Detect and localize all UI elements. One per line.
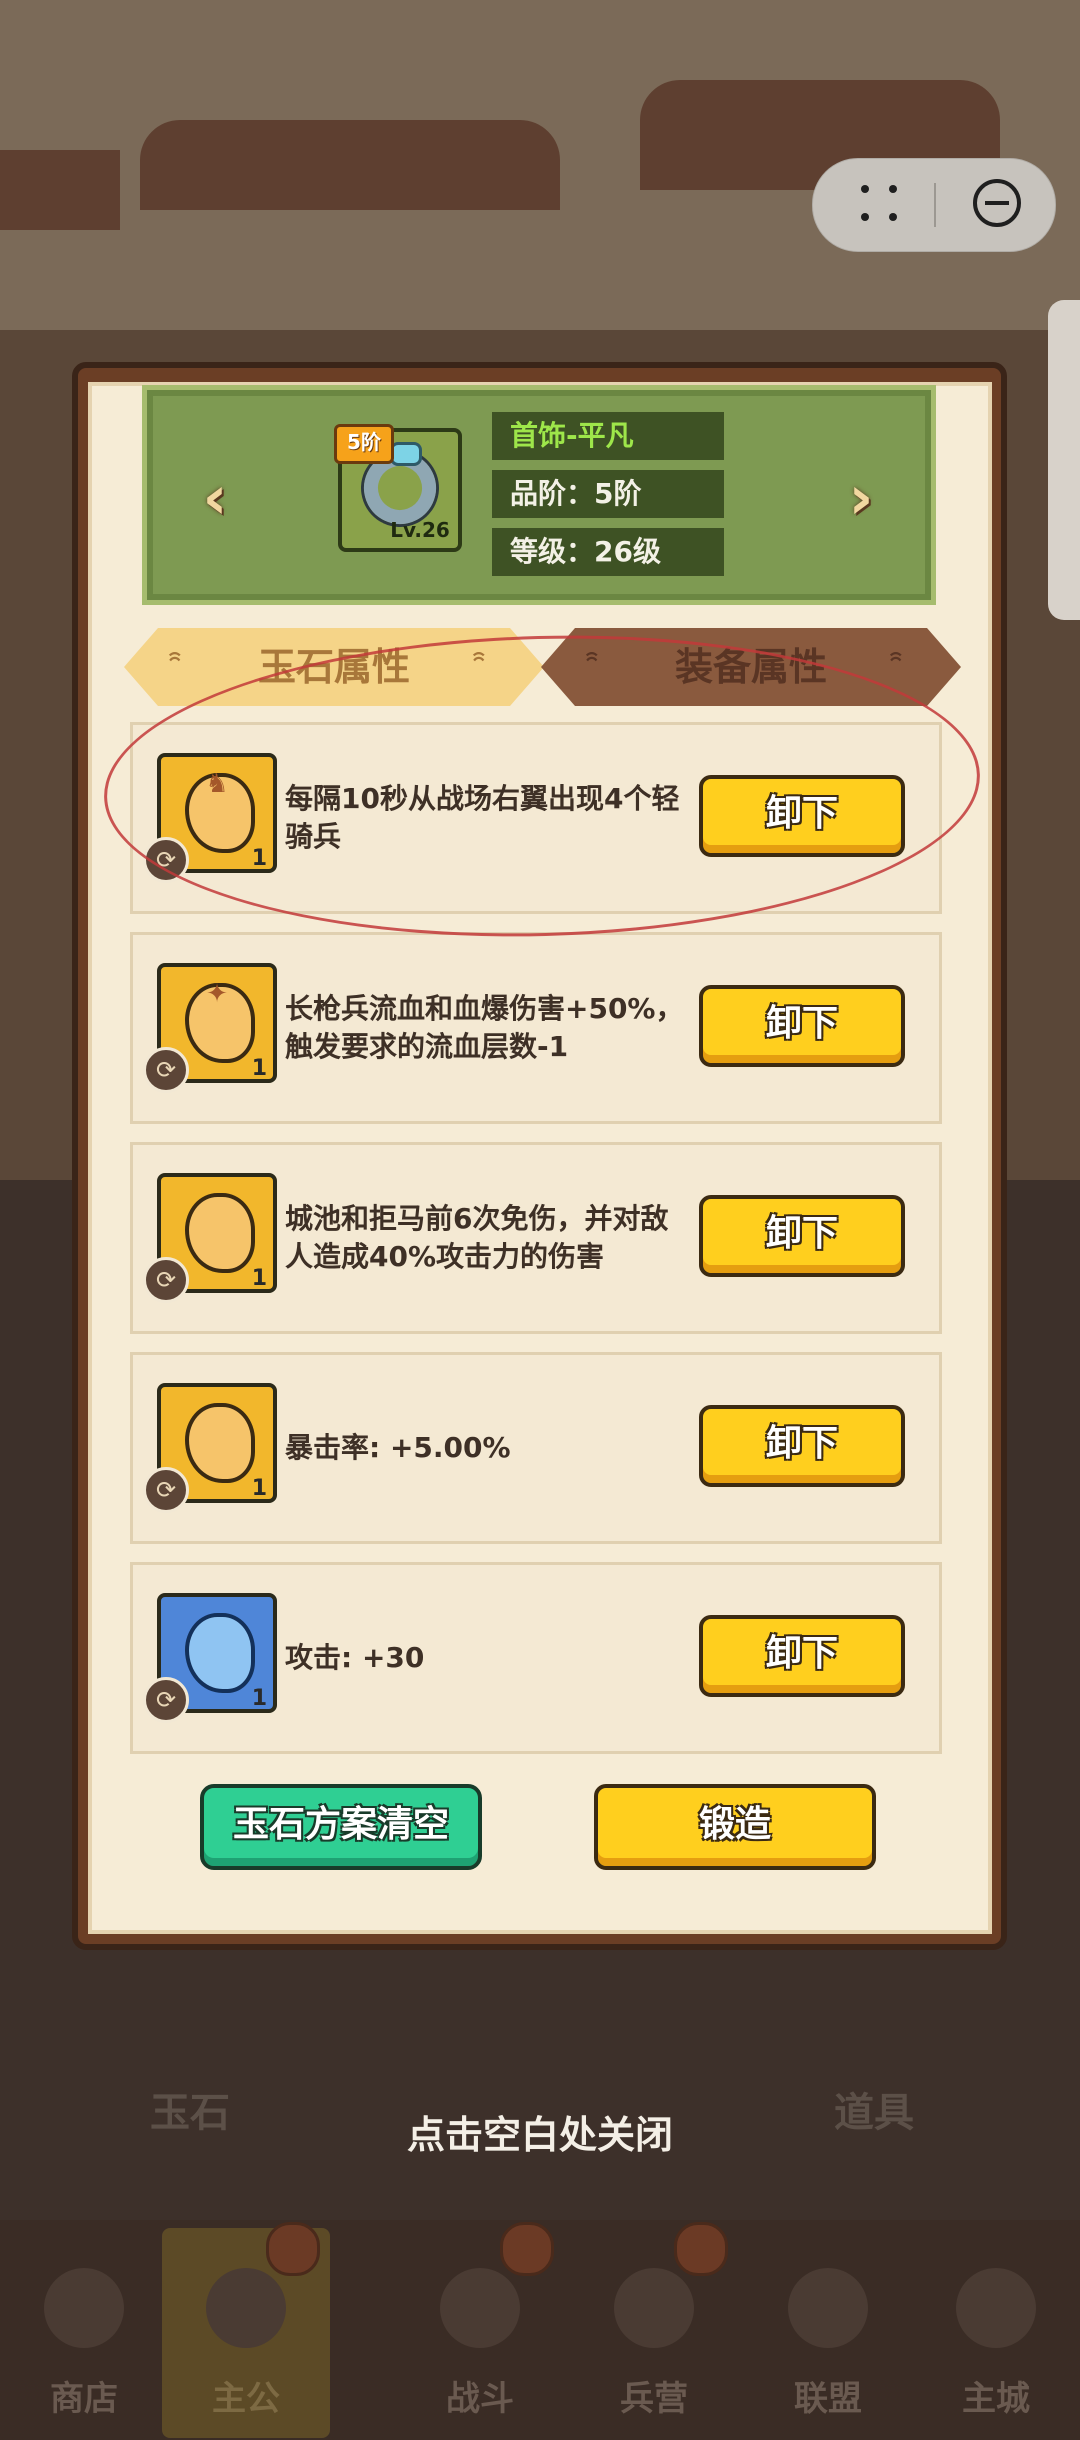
swap-icon[interactable]: ⟳ [143, 1047, 189, 1093]
battle-icon [440, 2268, 520, 2348]
lord-icon [206, 2268, 286, 2348]
equipment-name: 首饰-平凡 [492, 412, 724, 460]
nav-barracks[interactable]: 兵营 [570, 2222, 738, 2438]
alert-badge-icon [266, 2222, 320, 2276]
chevron-right-icon[interactable]: › [836, 468, 886, 528]
jade-gem-shape [185, 1403, 255, 1483]
swap-icon[interactable]: ⟳ [143, 1677, 189, 1723]
miniprogram-capsule [812, 158, 1056, 252]
spear-icon: ✦ [206, 979, 228, 1009]
unequip-button[interactable]: 卸下 [699, 1195, 905, 1277]
jade-description: 城池和拒马前6次免伤，并对敌人造成40%攻击力的伤害 [285, 1202, 669, 1273]
ring-gem-icon [390, 442, 422, 466]
jade-count: 1 [251, 1686, 267, 1711]
equipment-level-label: Lv.26 [390, 518, 450, 542]
shop-icon [44, 2268, 124, 2348]
jade-row: 1 ⟳ 城池和拒马前6次免伤，并对敌人造成40%攻击力的伤害 卸下 [130, 1142, 942, 1334]
nav-alliance[interactable]: 联盟 [744, 2228, 912, 2438]
alliance-icon [788, 2268, 868, 2348]
nav-shop[interactable]: 商店 [0, 2228, 168, 2438]
alert-badge-icon [674, 2222, 728, 2276]
jade-count: 1 [251, 1056, 267, 1081]
jade-row: ✦ 1 ⟳ 长枪兵流血和血爆伤害+50%，触发要求的流血层数-1 卸下 [130, 932, 942, 1124]
nav-lord[interactable]: 主公 [162, 2222, 330, 2438]
tier-badge: 5阶 [334, 424, 394, 464]
unequip-button[interactable]: 卸下 [699, 1405, 905, 1487]
background-palace-roof [0, 150, 120, 230]
nav-label: 兵营 [620, 2379, 688, 2419]
close-hint[interactable]: 点击空白处关闭 [0, 2104, 1080, 2159]
unequip-button[interactable]: 卸下 [699, 985, 905, 1067]
capsule-divider [934, 183, 936, 227]
nav-label: 战斗 [446, 2379, 514, 2419]
jade-row: 1 ⟳ 暴击率: +5.00% 卸下 [130, 1352, 942, 1544]
nav-label: 联盟 [794, 2379, 862, 2419]
equipment-level: 等级：26级 [492, 528, 724, 576]
alert-badge-icon [500, 2222, 554, 2276]
swap-icon[interactable]: ⟳ [143, 1257, 189, 1303]
forge-button[interactable]: 锻造 [594, 1784, 876, 1870]
minimize-icon[interactable] [973, 179, 1021, 227]
equipment-tier: 品阶：5阶 [492, 470, 724, 518]
nav-label: 主城 [962, 2379, 1030, 2419]
unequip-button[interactable]: 卸下 [699, 1615, 905, 1697]
jade-description: 攻击: +30 [285, 1641, 425, 1674]
jade-gem-shape [185, 1613, 255, 1693]
jade-row: 1 ⟳ 攻击: +30 卸下 [130, 1562, 942, 1754]
side-scroll-handle[interactable] [1048, 300, 1080, 620]
background-palace-roof [140, 120, 560, 210]
jade-description: 长枪兵流血和血爆伤害+50%，触发要求的流血层数-1 [285, 992, 684, 1063]
nav-battle[interactable]: 战斗 [396, 2222, 564, 2438]
swap-icon[interactable]: ⟳ [143, 1467, 189, 1513]
jade-description: 暴击率: +5.00% [285, 1431, 511, 1464]
jade-count: 1 [251, 1266, 267, 1291]
city-icon [956, 2268, 1036, 2348]
jade-count: 1 [251, 1476, 267, 1501]
clear-jade-plan-button[interactable]: 玉石方案清空 [200, 1784, 482, 1870]
nav-label: 商店 [50, 2379, 118, 2419]
barracks-icon [614, 2268, 694, 2348]
chevron-left-icon[interactable]: ‹ [190, 468, 240, 528]
nav-label: 主公 [212, 2379, 280, 2419]
jade-gem-shape [185, 1193, 255, 1273]
more-options-icon[interactable] [861, 185, 901, 225]
nav-city[interactable]: 主城 [912, 2228, 1080, 2438]
